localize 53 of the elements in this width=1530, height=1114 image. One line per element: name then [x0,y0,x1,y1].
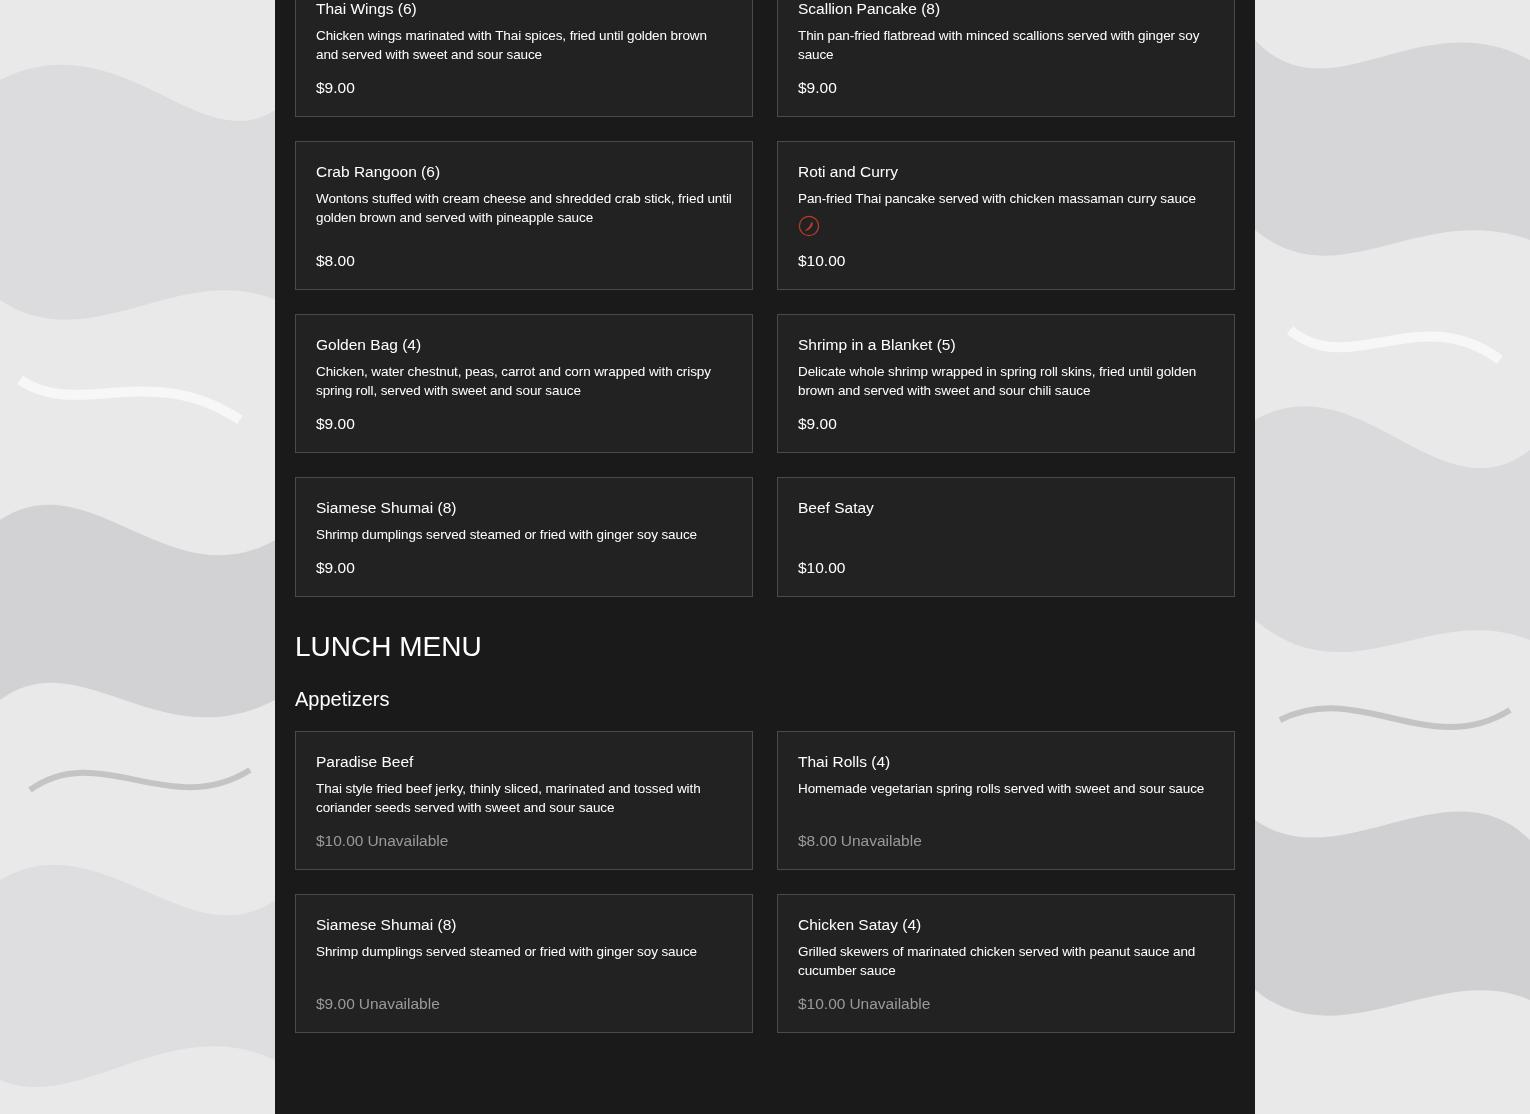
item-description: Shrimp dumplings served steamed or fried with ginger soy sauce [316,526,698,544]
availability-status: Unavailable [849,994,931,1014]
item-price: $10.00 [798,994,846,1014]
menu-item-card[interactable]: Siamese Shumai (8) Shrimp dumplings served steamed or fried with ginger soy sauce $9.00 Unavailable [295,894,753,1033]
item-name: Beef Satay [798,498,875,518]
item-name: Chicken Satay (4) [798,915,923,935]
menu-item-card[interactable]: Golden Bag (4) Chicken, water chestnut, peas, carrot and corn wrapped with crispy spring roll, served with sweet and sour sauce $9.00 [295,314,753,453]
menu-item-card[interactable]: Roti and Curry Pan-fried Thai pancake served with chicken massaman curry sauce $10.00 [777,141,1235,290]
menu-item-card[interactable]: Thai Rolls (4) Homemade vegetarian spring rolls served with sweet and sour sauce $8.00 Unavailable [777,731,1235,870]
item-price: $10.00 [316,831,364,851]
menu-item-card[interactable]: Paradise Beef Thai style fried beef jerky, thinly sliced, marinated and tossed with coriander seeds served with sweet and sour sauce $10.00 Unavailable [295,731,753,870]
item-price: $9.00 [316,78,355,98]
item-description: Pan-fried Thai pancake served with chicken massaman curry sauce [798,190,1197,208]
item-description: Thai style fried beef jerky, thinly sliced, marinated and tossed with coriander seeds served with sweet and sour sauce [316,780,702,817]
item-name: Thai Wings (6) [316,0,418,19]
menu-item-card[interactable]: Thai Wings (6) Chicken wings marinated with Thai spices, fried until golden brown and served with sweet and sour sauce $9.00 [295,0,753,117]
item-price: $9.00 [316,558,355,578]
item-name: Siamese Shumai (8) [316,498,458,518]
menu-item-card[interactable]: Scallion Pancake (8) Thin pan-fried flatbread with minced scallions served with ginger soy sauce $9.00 [777,0,1235,117]
menu-item-card[interactable]: Chicken Satay (4) Grilled skewers of marinated chicken served with peanut sauce and cucumber sauce $10.00 Unavailable [777,894,1235,1033]
item-description: Chicken, water chestnut, peas, carrot and corn wrapped with crispy spring roll, served with sweet and sour sauce [316,363,712,400]
item-price: $8.00 [316,251,355,271]
item-price: $9.00 [798,78,837,98]
item-name: Golden Bag (4) [316,335,423,355]
menu-item-card[interactable]: Crab Rangoon (6) Wontons stuffed with cream cheese and shredded crab stick, fried until golden brown and served with pineapple sauce $8.00 [295,141,753,290]
item-name: Scallion Pancake (8) [798,0,942,19]
item-price: $9.00 [316,994,355,1014]
item-name: Roti and Curry [798,162,899,182]
item-description: Grilled skewers of marinated chicken served with peanut sauce and cucumber sauce [798,943,1197,980]
item-price: $10.00 [798,251,846,271]
menu-item-card[interactable]: Shrimp in a Blanket (5) Delicate whole shrimp wrapped in spring roll skins, fried until golden brown and served with sweet and sour chili sauce $9.00 [777,314,1235,453]
item-description: Thin pan-fried flatbread with minced scallions served with ginger soy sauce [798,27,1201,64]
item-name: Paradise Beef [316,752,415,772]
item-description: Shrimp dumplings served steamed or fried with ginger soy sauce [316,943,698,961]
item-name: Thai Rolls (4) [798,752,892,772]
item-description: Homemade vegetarian spring rolls served with sweet and sour sauce [798,780,1206,798]
item-name: Crab Rangoon (6) [316,162,442,182]
category-heading: Appetizers [295,687,391,711]
item-price: $9.00 [798,414,837,434]
availability-status: Unavailable [367,831,449,851]
item-price: $9.00 [316,414,355,434]
availability-status: Unavailable [358,994,440,1014]
item-name: Siamese Shumai (8) [316,915,458,935]
item-name: Shrimp in a Blanket (5) [798,335,957,355]
item-description: Wontons stuffed with cream cheese and shredded crab stick, fried until golden brown and served with pineapple sauce [316,190,732,227]
availability-status: Unavailable [840,831,922,851]
menu-item-card[interactable]: Beef Satay $10.00 [777,477,1235,597]
item-description: Delicate whole shrimp wrapped in spring roll skins, fried until golden brown and served with sweet and sour chili sauce [798,363,1198,400]
menu-item-card[interactable]: Siamese Shumai (8) Shrimp dumplings served steamed or fried with ginger soy sauce $9.00 [295,477,753,597]
item-description: Chicken wings marinated with Thai spices, fried until golden brown and served with sweet and sour sauce [316,27,708,64]
menu-title: LUNCH MENU [295,631,483,663]
item-price: $10.00 [798,558,846,578]
item-price: $8.00 [798,831,837,851]
